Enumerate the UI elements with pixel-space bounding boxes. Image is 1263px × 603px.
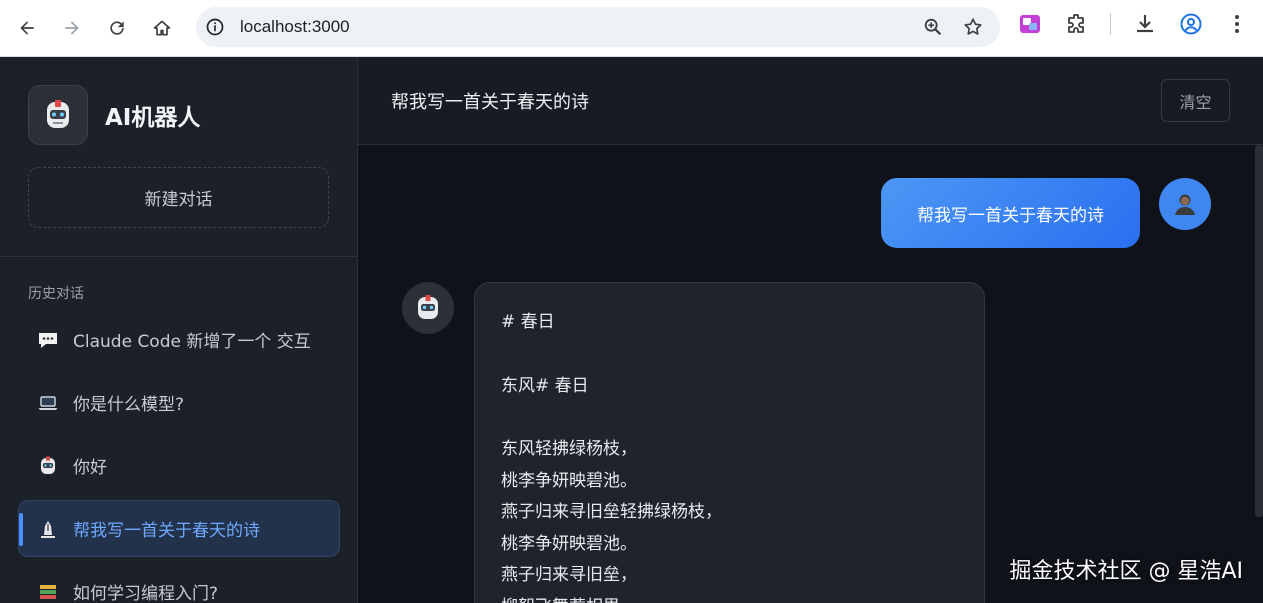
sidebar-divider — [0, 256, 357, 257]
bot-line-gap — [501, 402, 958, 434]
bot-line: 东风轻拂绿杨枝， — [501, 439, 637, 459]
history-item[interactable]: 你是什么模型? — [18, 374, 340, 431]
profile-icon[interactable] — [1179, 12, 1203, 36]
user-avatar-icon — [1159, 178, 1211, 230]
bookmark-star-icon[interactable] — [962, 16, 984, 38]
chat-panel: 帮我写一首关于春天的诗 清空 帮我写一首关于春天的诗 # 春日 东风# 春日 东… — [358, 57, 1263, 603]
pen-icon — [37, 518, 59, 540]
toolbar-separator — [1110, 13, 1111, 35]
bot-line: 燕子归来寻旧垒， — [501, 565, 637, 585]
history-item-label: 如何学习编程入门? — [73, 584, 219, 603]
bot-line-gap — [501, 339, 958, 371]
history-item-active[interactable]: 帮我写一首关于春天的诗 — [18, 500, 340, 557]
site-info-icon[interactable] — [204, 16, 226, 38]
history-item-label: 你好 — [73, 458, 107, 478]
bot-line: 柳絮飞舞惹相思 — [501, 592, 958, 603]
home-button[interactable] — [144, 10, 180, 46]
robot-icon — [37, 455, 59, 477]
translate-extension-icon[interactable] — [1018, 12, 1042, 36]
forward-button[interactable] — [54, 10, 90, 46]
user-message-bubble: 帮我写一首关于春天的诗 — [881, 178, 1140, 248]
url-text[interactable]: localhost:3000 — [240, 17, 350, 37]
extensions-puzzle-icon[interactable] — [1064, 12, 1088, 36]
chat-scrollbar[interactable] — [1255, 145, 1263, 517]
arrow-left-icon — [20, 21, 34, 35]
bot-line: 东风# 春日 — [501, 375, 589, 396]
clear-button[interactable]: 清空 — [1161, 79, 1230, 122]
reload-button[interactable] — [99, 10, 135, 46]
brand: AI机器人 — [28, 85, 200, 145]
browser-menu-icon[interactable] — [1225, 12, 1249, 36]
bot-line: # 春日 — [501, 312, 555, 332]
laptop-icon — [37, 392, 59, 414]
history-list: Claude Code 新增了一个 交互 你是什么模型? 你好 帮我写一首关于春… — [18, 311, 340, 603]
watermark: 掘金技术社区 @ 星浩AI — [1009, 559, 1243, 584]
bot-message-bubble: # 春日 东风# 春日 东风轻拂绿杨枝， 桃李争妍映碧池。 燕子归来寻旧垒轻拂绿… — [474, 282, 985, 603]
brand-title: AI机器人 — [105, 105, 201, 131]
history-item[interactable]: 你好 — [18, 437, 340, 494]
bot-line: 桃李争妍映碧池。 — [501, 533, 637, 554]
bot-line: 燕子归来寻旧垒轻拂绿杨枝， — [501, 502, 722, 522]
arrow-right-icon — [65, 21, 79, 35]
history-item-label: Claude Code 新增了一个 交互 — [73, 332, 311, 352]
history-section-label: 历史对话 — [28, 286, 84, 302]
home-icon — [153, 20, 171, 36]
browser-toolbar: localhost:3000 — [0, 0, 1263, 57]
sidebar: AI机器人 新建对话 历史对话 Claude Code 新增了一个 交互 你是什… — [0, 57, 358, 603]
user-message-row: 帮我写一首关于春天的诗 — [881, 178, 1211, 248]
reload-icon — [110, 21, 124, 35]
chat-header: 帮我写一首关于春天的诗 清空 — [358, 57, 1263, 145]
books-icon — [37, 581, 59, 603]
back-button[interactable] — [9, 10, 45, 46]
chat-title: 帮我写一首关于春天的诗 — [391, 91, 589, 113]
history-item-label: 帮我写一首关于春天的诗 — [73, 521, 260, 541]
new-chat-button[interactable]: 新建对话 — [28, 167, 329, 228]
history-item[interactable]: Claude Code 新增了一个 交互 — [18, 311, 340, 368]
bot-line: 桃李争妍映碧池。 — [501, 470, 637, 491]
robot-logo-icon — [28, 85, 88, 145]
zoom-icon[interactable] — [922, 16, 944, 38]
bot-avatar-icon — [402, 282, 454, 334]
download-icon[interactable] — [1133, 12, 1157, 36]
speech-bubble-icon — [37, 329, 59, 351]
history-item-label: 你是什么模型? — [73, 395, 185, 415]
address-bar[interactable]: localhost:3000 — [196, 7, 1000, 47]
history-item[interactable]: 如何学习编程入门? — [18, 563, 340, 603]
